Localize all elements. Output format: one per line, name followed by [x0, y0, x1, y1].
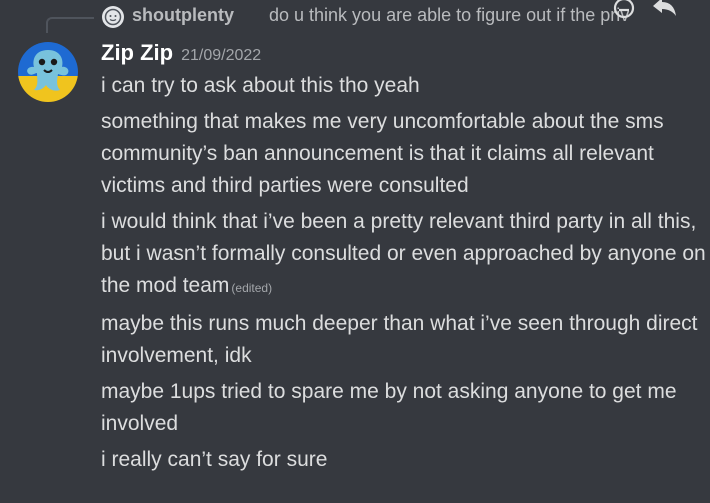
user-avatar[interactable] — [18, 42, 78, 102]
message-text: maybe 1ups tried to spare me by not aski… — [101, 380, 677, 435]
message-text: i can try to ask about this tho yeah — [101, 74, 420, 97]
message-text: maybe this runs much deeper than what i’… — [101, 312, 698, 367]
reply-connector-line — [46, 17, 94, 33]
message-line[interactable]: i would think that i’ve been a pretty re… — [101, 206, 706, 304]
edited-indicator: (edited) — [231, 281, 273, 295]
reply-arrow-icon[interactable] — [650, 0, 678, 20]
author-username[interactable]: Zip Zip — [101, 40, 173, 65]
message-line[interactable]: i can try to ask about this tho yeah — [101, 70, 706, 102]
message-text: something that makes me very uncomfortab… — [101, 110, 664, 197]
emoji-reaction-icon[interactable] — [612, 0, 636, 20]
message-hover-toolbar — [610, 0, 710, 19]
reply-preview-text[interactable]: do u think you are able to figure out if… — [269, 5, 649, 26]
reply-reference[interactable]: shoutplenty do u think you are able to f… — [0, 0, 710, 34]
message-line[interactable]: something that makes me very uncomfortab… — [101, 106, 706, 202]
message-line[interactable]: maybe 1ups tried to spare me by not aski… — [101, 376, 706, 440]
reply-avatar-icon[interactable] — [102, 6, 124, 28]
reply-author-name[interactable]: shoutplenty — [132, 5, 234, 26]
discord-default-avatar-icon — [104, 8, 122, 26]
message-timestamp[interactable]: 21/09/2022 — [181, 47, 261, 64]
message-text: i really can’t say for sure — [101, 448, 328, 471]
ghost-character-avatar — [18, 42, 78, 102]
message-content-list: i can try to ask about this tho yeah som… — [101, 70, 706, 480]
chat-message-group: shoutplenty do u think you are able to f… — [0, 0, 710, 503]
message-header: Zip Zip 21/09/2022 — [101, 40, 261, 66]
message-line[interactable]: i really can’t say for sure — [101, 444, 706, 476]
message-line[interactable]: maybe this runs much deeper than what i’… — [101, 308, 706, 372]
message-text: i would think that i’ve been a pretty re… — [101, 210, 706, 297]
